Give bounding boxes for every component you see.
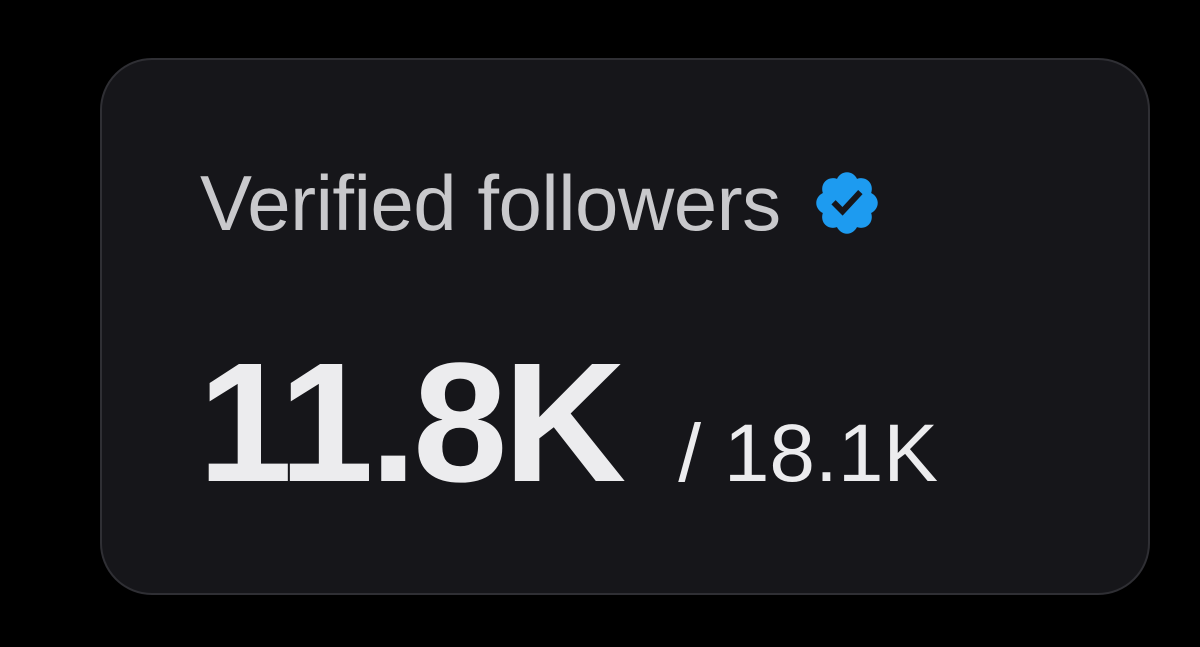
card-header: Verified followers xyxy=(200,158,883,248)
follower-stats: 11.8K / 18.1K xyxy=(198,338,938,508)
verified-badge-icon xyxy=(811,167,883,239)
total-follower-count: / 18.1K xyxy=(678,408,939,499)
verified-follower-count: 11.8K xyxy=(198,328,626,518)
verified-followers-card: Verified followers 11.8K / 18.1K xyxy=(100,58,1150,595)
card-title: Verified followers xyxy=(200,159,781,247)
